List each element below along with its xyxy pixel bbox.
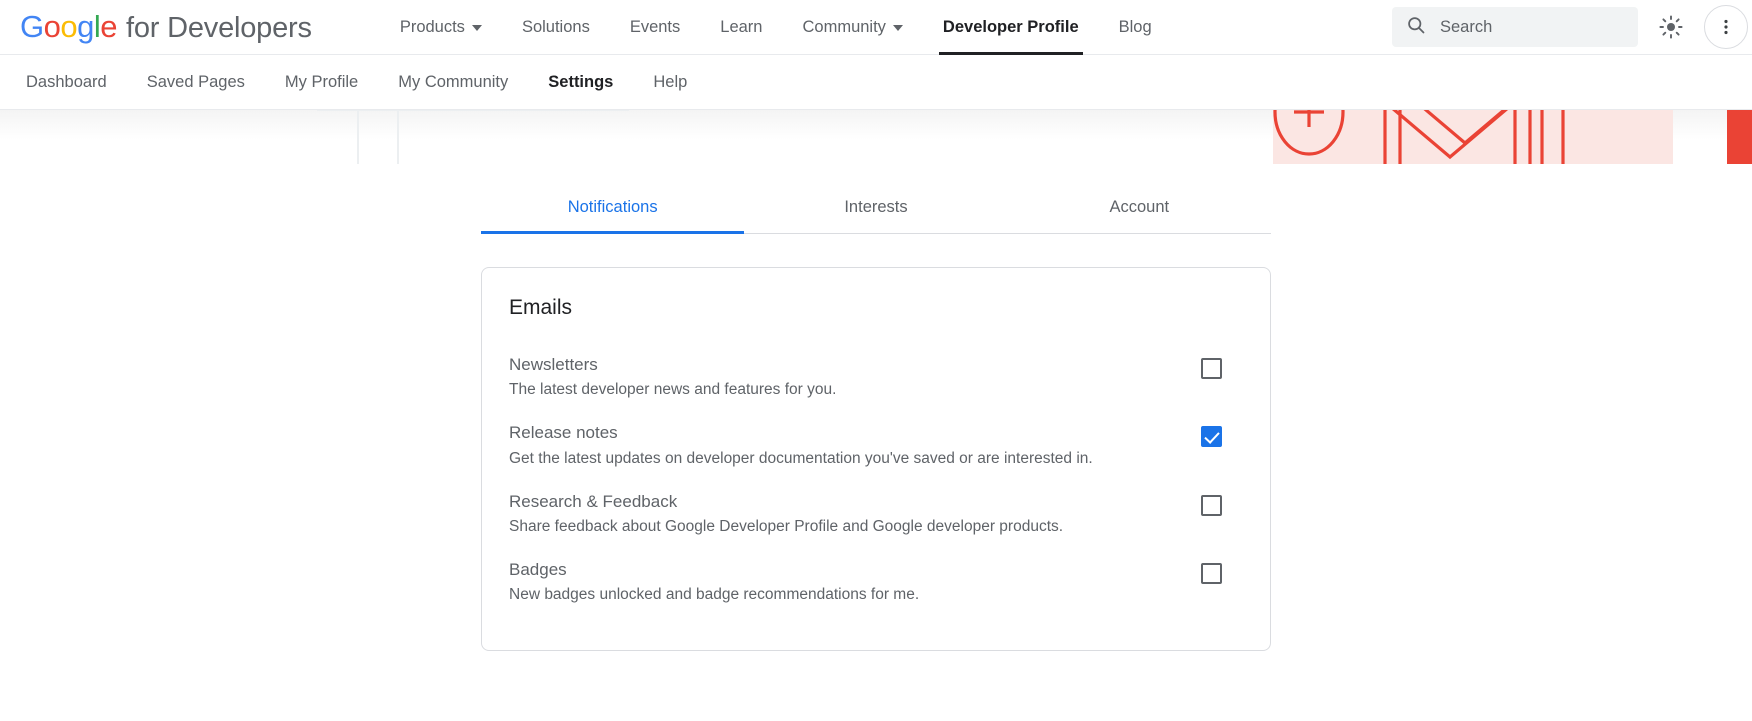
checkbox-newsletters[interactable] [1201,358,1222,379]
tab-account[interactable]: Account [1008,184,1271,233]
logo-letter-o1: o [44,9,61,44]
subnav-item-my-profile[interactable]: My Profile [265,55,378,110]
notifications-panel: Emails Newsletters The latest developer … [0,267,1752,651]
preference-text: Release notes Get the latest updates on … [509,422,1093,468]
nav-label: Products [400,18,465,37]
subnav-label: Saved Pages [147,73,245,92]
nav-label: Events [630,18,680,37]
preference-text: Research & Feedback Share feedback about… [509,491,1063,537]
preference-description: New badges unlocked and badge recommenda… [509,585,919,605]
tab-label: Account [1110,198,1170,216]
header-actions: Search [1392,5,1748,49]
site-header: Google for Developers Products Solutions… [0,0,1752,55]
brand-logo[interactable]: Google for Developers [20,9,312,45]
nav-item-events[interactable]: Events [610,0,700,55]
subnav-item-dashboard[interactable]: Dashboard [6,55,127,110]
google-wordmark: Google [20,9,117,45]
preference-row-newsletters: Newsletters The latest developer news an… [509,346,1244,414]
preference-title: Badges [509,559,919,580]
subnav-item-saved-pages[interactable]: Saved Pages [127,55,265,110]
nav-label: Solutions [522,18,590,37]
subnav-label: Settings [548,73,613,92]
tab-notifications[interactable]: Notifications [481,184,744,233]
decorative-banner [0,110,1752,164]
subnav-label: Dashboard [26,73,107,92]
chevron-down-icon [893,25,903,31]
secondary-nav: Dashboard Saved Pages My Profile My Comm… [0,55,1752,110]
tab-interests[interactable]: Interests [744,184,1007,233]
search-placeholder-text: Search [1440,18,1492,37]
subnav-item-settings[interactable]: Settings [528,55,633,110]
logo-letter-g2: g [77,9,94,44]
preference-description: Share feedback about Google Developer Pr… [509,517,1063,537]
emails-card: Emails Newsletters The latest developer … [481,267,1271,651]
subnav-label: My Community [398,73,508,92]
preference-title: Release notes [509,422,1093,443]
nav-label: Developer Profile [943,18,1079,37]
subnav-item-help[interactable]: Help [633,55,707,110]
preference-text: Newsletters The latest developer news an… [509,354,836,400]
logo-letter-o2: o [60,9,77,44]
nav-item-community[interactable]: Community [782,0,922,55]
card-title: Emails [509,296,1244,320]
chevron-down-icon [472,25,482,31]
tab-label: Interests [844,198,907,216]
subnav-label: Help [653,73,687,92]
settings-tabs-container: Notifications Interests Account [0,184,1752,234]
nav-item-solutions[interactable]: Solutions [502,0,610,55]
nav-item-developer-profile[interactable]: Developer Profile [923,0,1099,55]
sun-icon[interactable] [1650,6,1692,48]
nav-item-blog[interactable]: Blog [1099,0,1172,55]
nav-item-learn[interactable]: Learn [700,0,782,55]
checkbox-release-notes[interactable] [1201,426,1222,447]
more-vert-icon[interactable] [1704,5,1748,49]
preference-description: The latest developer news and features f… [509,380,836,400]
checkbox-research-feedback[interactable] [1201,495,1222,516]
banner-illustration [0,110,1752,164]
nav-label: Blog [1119,18,1152,37]
subnav-label: My Profile [285,73,358,92]
preference-title: Research & Feedback [509,491,1063,512]
nav-item-products[interactable]: Products [380,0,502,55]
nav-label: Community [802,18,885,37]
tab-label: Notifications [568,198,658,216]
preference-text: Badges New badges unlocked and badge rec… [509,559,919,605]
preference-row-badges: Badges New badges unlocked and badge rec… [509,551,1244,619]
preference-row-release-notes: Release notes Get the latest updates on … [509,414,1244,482]
nav-label: Learn [720,18,762,37]
search-icon [1406,15,1426,40]
settings-tabs: Notifications Interests Account [481,184,1271,234]
preference-title: Newsletters [509,354,836,375]
preference-description: Get the latest updates on developer docu… [509,449,1093,469]
preference-row-research-feedback: Research & Feedback Share feedback about… [509,483,1244,551]
checkbox-badges[interactable] [1201,563,1222,584]
logo-letter-e: e [100,9,117,44]
subnav-item-my-community[interactable]: My Community [378,55,528,110]
logo-letter-g1: G [20,9,44,44]
primary-nav: Products Solutions Events Learn Communit… [380,0,1172,55]
search-input[interactable]: Search [1392,7,1638,47]
brand-suffix: for Developers [126,12,312,45]
